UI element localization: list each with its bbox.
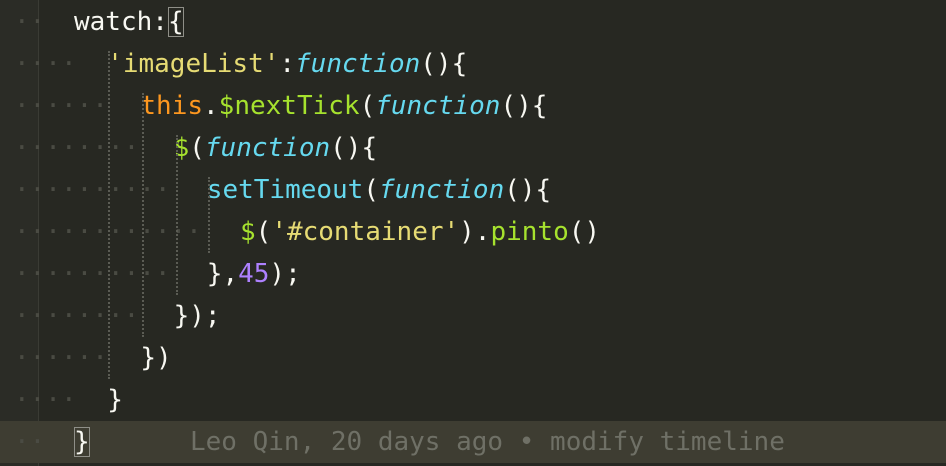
indent-whitespace-markers: ·········· [14,259,171,289]
indent-whitespace-markers: ···· [14,49,77,79]
indent-whitespace-markers: ······ [14,343,108,373]
code-text: $(function(){ [174,127,378,169]
code-token: function [295,49,421,79]
code-token: : [279,49,296,79]
code-token: '#container' [271,217,460,247]
code-text: }); [174,295,221,337]
code-token: . [203,91,219,121]
blame-separator: • [518,427,535,457]
indent-guide [142,93,144,337]
code-text: } [74,421,90,463]
code-token: ( [363,175,379,205]
code-token: ). [459,217,491,247]
code-text: 'imageList':function(){ [107,43,467,85]
indent-whitespace-markers: ········ [14,301,140,331]
indent-whitespace-markers: ······ [14,91,108,121]
code-editor[interactable]: ·· watch:{····'imageList':function(){····… [0,0,946,466]
indent-guide [176,135,178,295]
git-blame-annotation: Leo Qin, 20 days ago • modify timeline [190,427,785,457]
indent-whitespace-markers: ········ [14,133,140,163]
indent-whitespace-markers: ···· [14,385,77,415]
code-token: 'imageList' [107,49,280,79]
code-text: },45); [207,253,301,295]
code-token: ); [269,259,301,289]
indent-whitespace-markers: ·· [14,7,46,37]
code-line[interactable]: ······}) [0,337,946,379]
code-token: }) [140,343,172,373]
blame-message: modify timeline [550,427,785,457]
current-code-line[interactable]: ··} Leo Qin, 20 days ago • modify timelin… [0,421,946,463]
code-token: ( [189,133,205,163]
code-line[interactable]: ·· watch:{ [0,1,946,43]
code-token: : [152,7,168,37]
code-token: watch [74,7,153,37]
code-text: }) [140,337,171,379]
indent-whitespace-markers: ·········· [14,175,171,205]
code-token: 45 [238,259,270,289]
code-text: watch:{ [74,1,184,43]
code-token: } [107,385,123,415]
indent-guide [208,177,210,253]
code-token: this [140,91,204,121]
code-token: function [375,91,501,121]
code-line[interactable]: ···· 'imageList':function(){ [0,43,946,85]
code-token: }, [206,259,239,289]
code-token: ( [255,217,272,247]
indent-whitespace-markers: ·· [14,427,46,457]
blame-age: 20 days ago [330,427,504,457]
code-token: function [204,133,331,163]
indent-guide [108,51,110,379]
code-token: (){ [500,91,548,121]
code-text: this.$nextTick(function(){ [140,85,547,127]
code-token: (){ [504,175,552,205]
code-token: (){ [420,49,468,79]
code-token: $ [240,217,256,247]
code-token: }); [173,301,221,331]
code-token: pinto [490,217,569,247]
code-token: setTimeout [206,175,364,205]
code-line[interactable]: ····} [0,379,946,421]
code-text: setTimeout(function(){ [207,169,551,211]
code-text: } [107,379,123,421]
code-token: (){ [330,133,378,163]
matched-bracket: { [167,7,184,37]
matched-bracket: } [74,427,90,457]
code-token: ( [359,91,376,121]
blame-author: Leo Qin [190,427,300,457]
code-text: $('#container').pinto() [240,211,600,253]
code-token: () [568,217,601,247]
code-token: $nextTick [218,91,360,121]
code-token: function [379,175,505,205]
